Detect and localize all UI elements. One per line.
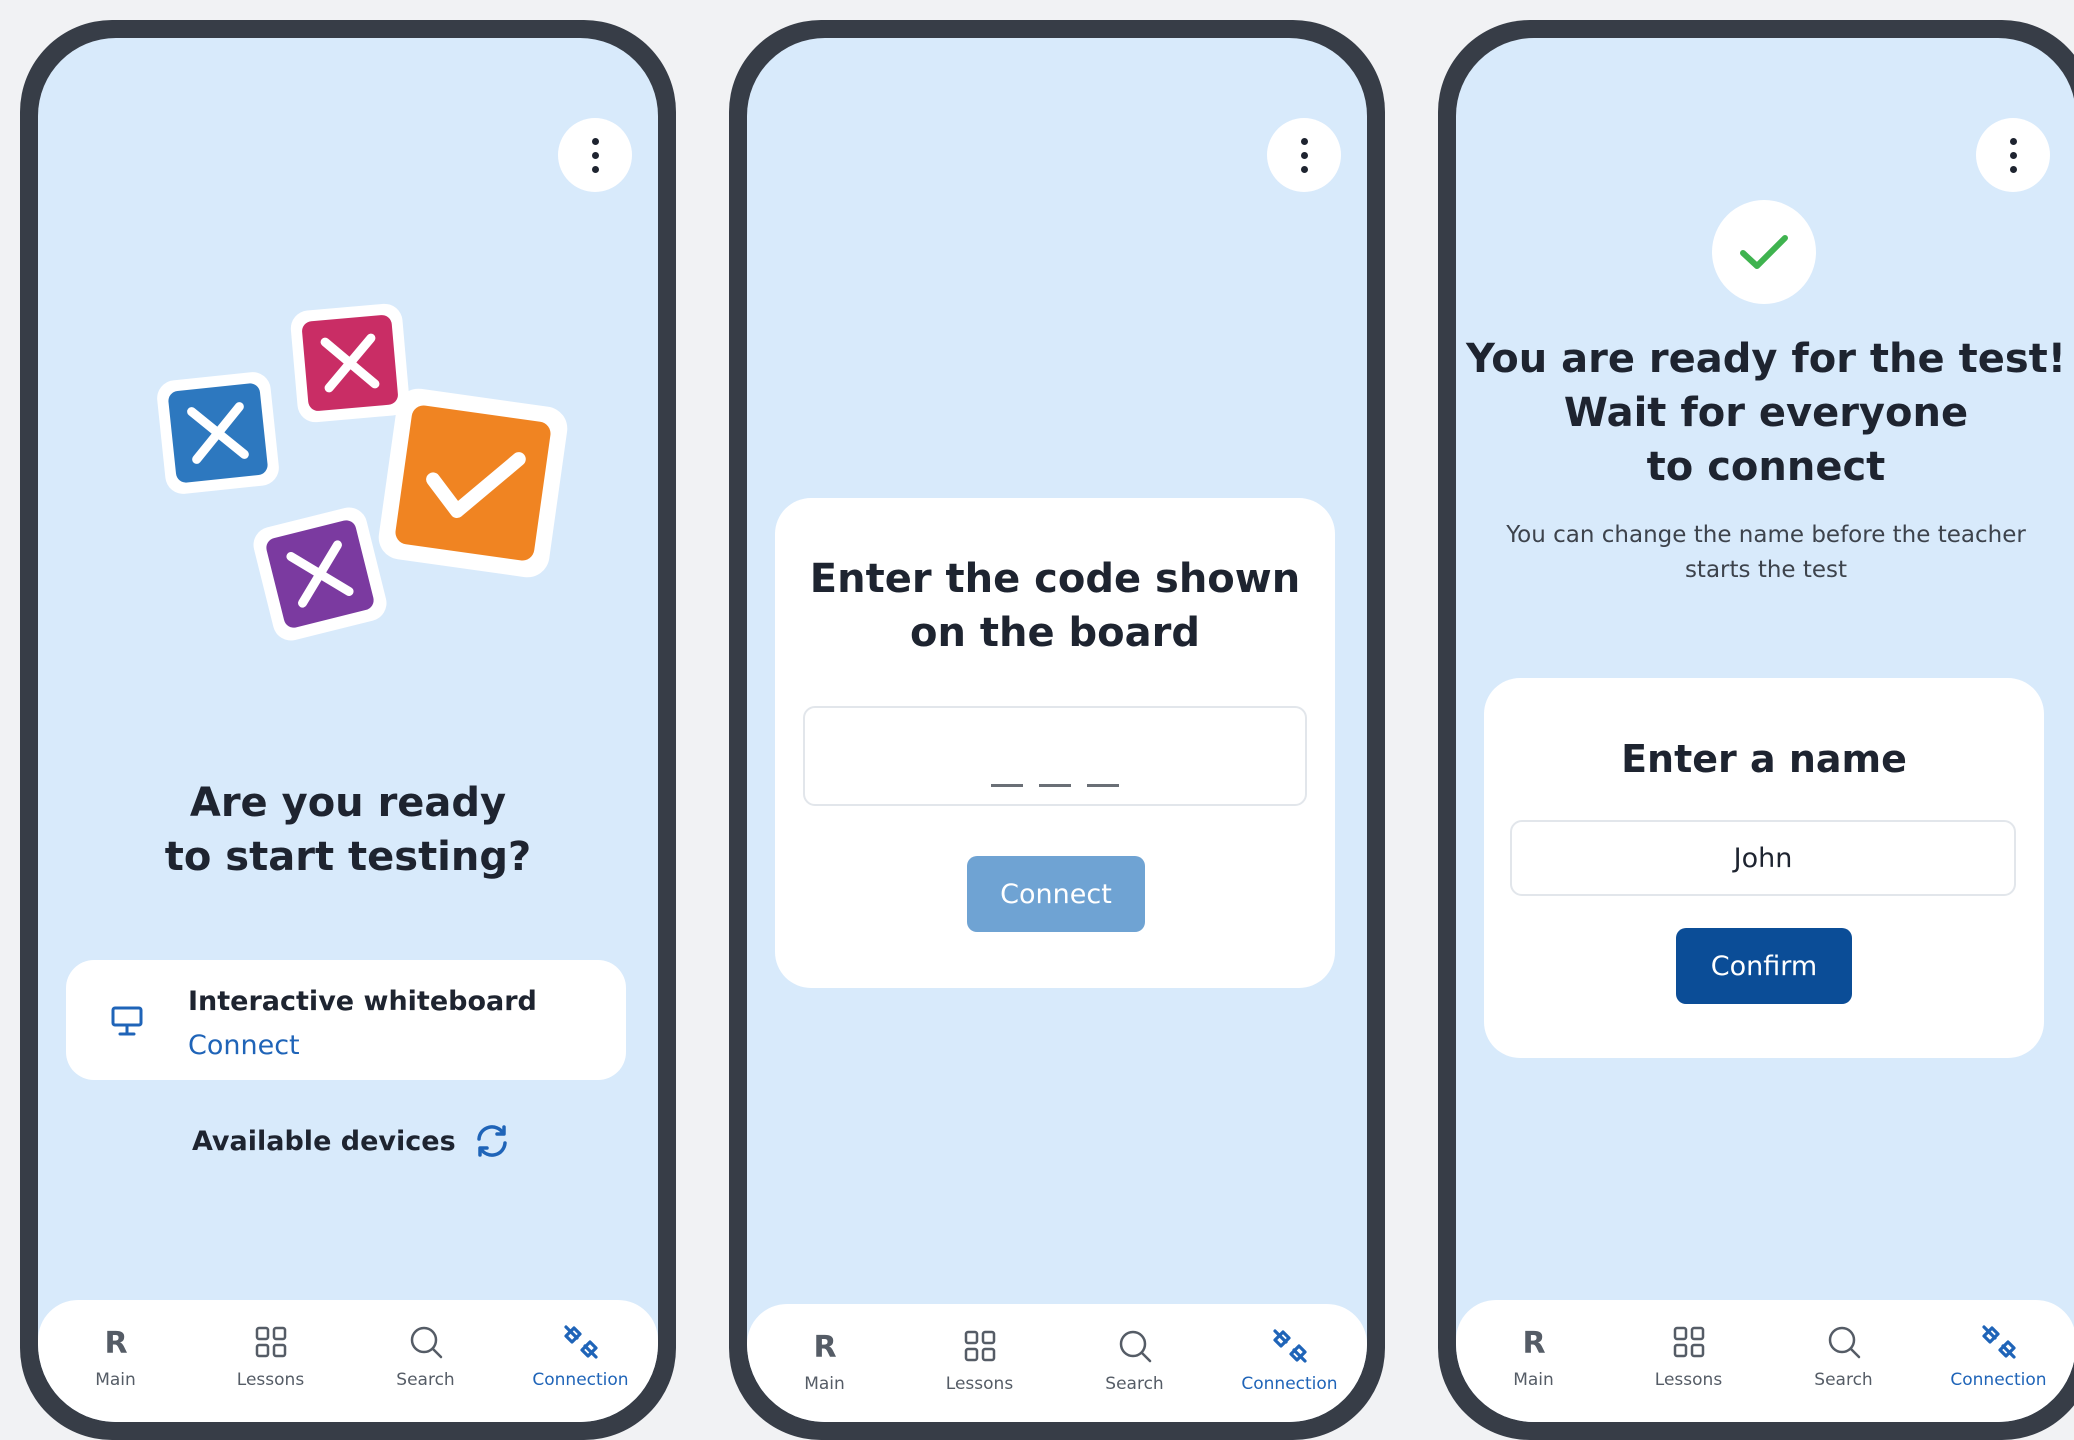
success-badge — [1712, 200, 1816, 304]
search-icon — [1119, 1330, 1151, 1363]
code-card: Enter the code shown on the board Connec… — [775, 498, 1335, 988]
ready-title: You are ready for the test! Wait for eve… — [1465, 336, 2067, 490]
check-box-icon-orange — [378, 388, 568, 578]
bottom-tab-bar: R Main Lessons Search Connection — [38, 1300, 658, 1422]
search-icon — [1828, 1326, 1860, 1359]
tab-connection[interactable]: Connection — [1939, 1322, 2059, 1390]
close-box-icon-blue — [157, 372, 279, 494]
phone-screen-start: Are you ready to start testing? Interact… — [20, 20, 676, 1440]
name-input[interactable]: John — [1510, 820, 2016, 896]
grid-icon — [255, 1326, 286, 1358]
code-card-title: Enter the code shown on the board — [809, 556, 1301, 656]
svg-text:R: R — [813, 1330, 836, 1365]
phone-screen-code: Enter the code shown on the board Connec… — [729, 20, 1385, 1440]
tab-lessons[interactable]: Lessons — [211, 1322, 331, 1390]
tab-connection[interactable]: Connection — [521, 1322, 641, 1390]
connection-icon — [1272, 1329, 1307, 1363]
search-icon — [410, 1326, 442, 1359]
more-vertical-icon — [1300, 137, 1308, 145]
available-devices: Available devices — [192, 1124, 510, 1158]
screen-content: Are you ready to start testing? Interact… — [38, 38, 658, 1422]
whiteboard-card[interactable]: Interactive whiteboard Connect — [66, 960, 626, 1080]
quiz-illustration — [157, 303, 568, 641]
screen-content: Enter the code shown on the board Connec… — [747, 38, 1367, 1422]
close-box-icon-magenta — [290, 303, 410, 423]
available-devices-label: Available devices — [192, 1125, 456, 1157]
more-menu-button[interactable] — [558, 118, 632, 192]
tab-main[interactable]: R Main — [56, 1322, 176, 1390]
tab-search[interactable]: Search — [1075, 1326, 1195, 1394]
tab-main[interactable]: R Main — [765, 1326, 885, 1394]
more-menu-button[interactable] — [1976, 118, 2050, 192]
svg-text:R: R — [1522, 1326, 1545, 1361]
connect-button[interactable]: Connect — [967, 856, 1145, 932]
confirm-button[interactable]: Confirm — [1676, 928, 1852, 1004]
r-logo-icon: R — [104, 1326, 127, 1361]
grid-icon — [964, 1330, 995, 1362]
tab-lessons[interactable]: Lessons — [1629, 1322, 1749, 1390]
check-icon — [1740, 235, 1788, 269]
whiteboard-title: Interactive whiteboard — [188, 986, 537, 1017]
code-input[interactable] — [803, 706, 1307, 806]
tab-search[interactable]: Search — [1784, 1322, 1904, 1390]
connection-icon — [563, 1325, 598, 1359]
tab-lessons[interactable]: Lessons — [920, 1326, 1040, 1394]
bottom-tab-bar: R Main Lessons Search Connection — [747, 1304, 1367, 1422]
r-logo-icon: R — [813, 1330, 836, 1365]
ready-subtitle: You can change the name before the teach… — [1506, 522, 2026, 583]
close-box-icon-purple — [253, 507, 387, 641]
bottom-tab-bar: R Main Lessons Search Connection — [1456, 1300, 2074, 1422]
more-menu-button[interactable] — [1267, 118, 1341, 192]
code-placeholder-dashes — [991, 784, 1119, 787]
grid-icon — [1673, 1326, 1704, 1358]
tab-main[interactable]: R Main — [1474, 1322, 1594, 1390]
tab-connection[interactable]: Connection — [1230, 1326, 1350, 1394]
phone-screen-ready: You are ready for the test! Wait for eve… — [1438, 20, 2074, 1440]
connection-icon — [1981, 1325, 2016, 1359]
monitor-icon — [111, 1006, 143, 1036]
refresh-icon[interactable] — [474, 1124, 510, 1158]
r-logo-icon: R — [1522, 1326, 1545, 1361]
more-vertical-icon — [2009, 137, 2017, 145]
tab-search[interactable]: Search — [366, 1322, 486, 1390]
svg-text:R: R — [104, 1326, 127, 1361]
screen-content: You are ready for the test! Wait for eve… — [1456, 38, 2074, 1422]
more-vertical-icon — [591, 137, 599, 145]
page-title: Are you ready to start testing? — [164, 780, 532, 880]
name-card: Enter a name John Confirm — [1484, 678, 2044, 1058]
whiteboard-connect-link[interactable]: Connect — [188, 1030, 300, 1061]
name-card-title: Enter a name — [1621, 737, 1907, 781]
